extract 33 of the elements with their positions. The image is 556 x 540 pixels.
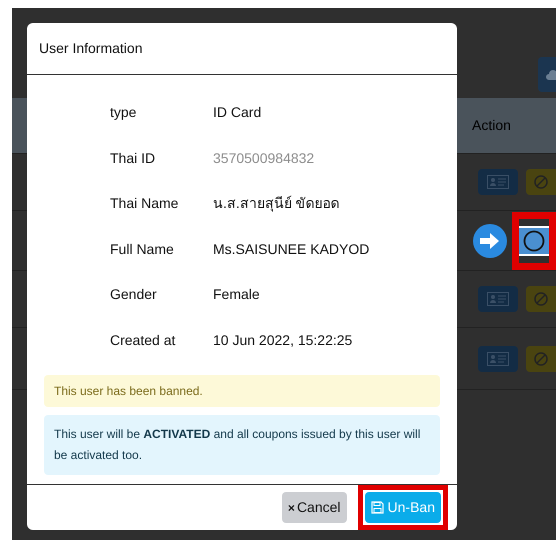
field-label: type	[110, 103, 138, 122]
id-card-button[interactable]	[478, 286, 518, 312]
field-value: ID Card	[213, 103, 262, 122]
ban-button[interactable]	[526, 169, 556, 195]
field-label: Full Name	[110, 240, 175, 259]
field-value: Ms.SAISUNEE KADYOD	[213, 240, 370, 259]
field-label: Thai Name	[110, 194, 180, 214]
field-label: Thai ID	[110, 148, 156, 168]
ban-button[interactable]	[526, 286, 556, 312]
id-card-button[interactable]	[478, 169, 518, 195]
field-value: 3570500984832	[213, 148, 314, 168]
field-value: น.ส.สายสุนีย์ ขัดยอด	[213, 194, 340, 214]
cancel-button[interactable]: ×Cancel	[282, 492, 347, 523]
unban-button[interactable]	[519, 226, 549, 256]
id-card-icon	[487, 175, 509, 189]
id-card-icon	[487, 292, 509, 306]
save-icon	[370, 501, 384, 514]
field-value: 10 Jun 2022, 15:22:25	[213, 330, 352, 350]
ban-icon	[534, 292, 548, 306]
dialog-title: User Information	[39, 39, 142, 58]
ban-icon	[534, 175, 548, 189]
id-card-icon	[487, 352, 509, 366]
field-value: Female	[213, 285, 260, 304]
arrow-circle-icon	[472, 222, 508, 258]
banned-notice: This user has been banned.	[44, 375, 440, 407]
field-label: Created at	[110, 330, 176, 350]
id-card-button[interactable]	[478, 346, 518, 372]
column-header: Action	[472, 116, 511, 135]
field-label: Gender	[110, 285, 158, 304]
ban-button[interactable]	[526, 346, 556, 372]
circle-icon	[523, 230, 545, 252]
activation-notice: This user will be ACTIVATED and all coupons issued by this user will be activated too.	[44, 415, 440, 475]
ban-icon	[534, 352, 548, 366]
